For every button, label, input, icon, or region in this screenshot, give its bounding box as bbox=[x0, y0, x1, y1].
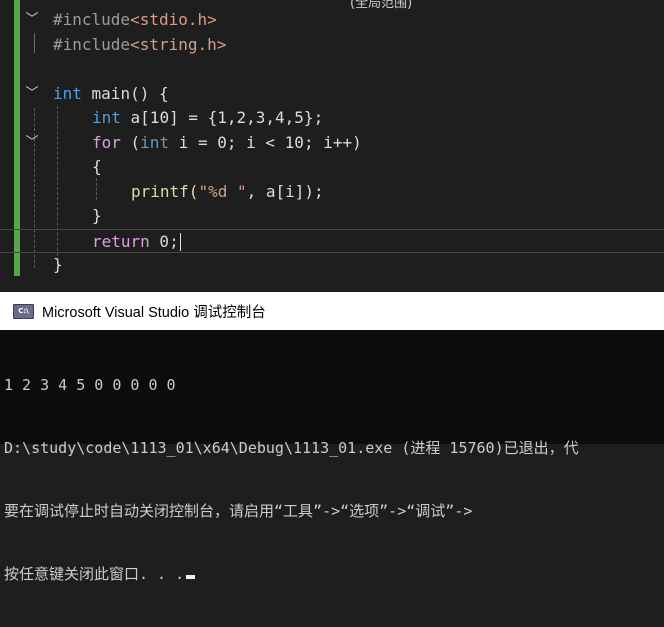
preprocessor-token: #include bbox=[53, 34, 131, 54]
console-output-line: 要在调试停止时自动关闭控制台，请启用“工具”->“选项”->“调试”-> bbox=[4, 502, 473, 520]
code-line-1[interactable]: ﹀ #include<stdio.h> bbox=[0, 8, 664, 33]
console-title: Microsoft Visual Studio 调试控制台 bbox=[42, 304, 266, 321]
code-token: ( bbox=[120, 132, 141, 152]
debug-console-window[interactable]: C:\ Microsoft Visual Studio 调试控制台 1 2 3 … bbox=[0, 292, 664, 583]
code-line-3[interactable] bbox=[0, 57, 664, 82]
code-line-7[interactable]: { bbox=[0, 155, 664, 180]
code-token: { bbox=[92, 157, 102, 176]
keyword-token: for bbox=[92, 132, 121, 152]
code-editor[interactable]: (全局范围) ﹀ #include<stdio.h> #include<stri… bbox=[0, 0, 664, 290]
chevron-down-icon[interactable]: ﹀ bbox=[24, 131, 40, 156]
header-token: <string.h> bbox=[130, 34, 227, 54]
string-token: "%d " bbox=[198, 181, 247, 201]
console-output-line: 1 2 3 4 5 0 0 0 0 0 bbox=[4, 376, 176, 394]
code-token: a[10] = {1,2,3,4,5}; bbox=[120, 108, 324, 127]
code-token: 0; bbox=[149, 231, 179, 251]
code-line-6[interactable]: ﹀ for (int i = 0; i < 10; i++) bbox=[0, 131, 664, 156]
code-token: main() { bbox=[81, 83, 169, 103]
console-output-line-prompt: 按任意键关闭此窗口. . . bbox=[4, 564, 664, 585]
chevron-down-icon[interactable]: ﹀ bbox=[24, 82, 40, 107]
preprocessor-token: #include bbox=[53, 10, 131, 29]
keyword-token: int bbox=[53, 83, 82, 103]
code-line-2[interactable]: #include<string.h> bbox=[0, 33, 664, 58]
code-line-4[interactable]: ﹀ int main() { bbox=[0, 82, 664, 107]
code-token: i = 0; i < 10; i++) bbox=[169, 132, 362, 152]
console-app-icon: C:\ bbox=[13, 303, 34, 319]
console-prompt-text: 按任意键关闭此窗口. . . bbox=[4, 565, 185, 583]
header-token: <stdio.h> bbox=[130, 10, 217, 29]
console-output-line: D:\study\code\1113_01\x64\Debug\1113_01.… bbox=[4, 439, 579, 457]
code-line-10-current[interactable]: return 0; bbox=[0, 228, 664, 253]
console-output[interactable]: 1 2 3 4 5 0 0 0 0 0 D:\study\code\1113_0… bbox=[4, 333, 664, 627]
code-token: } bbox=[92, 206, 102, 225]
code-line-11[interactable]: } bbox=[0, 253, 664, 278]
keyword-token: int bbox=[92, 108, 121, 127]
console-titlebar[interactable]: C:\ Microsoft Visual Studio 调试控制台 bbox=[0, 292, 664, 330]
keyword-token: int bbox=[140, 132, 170, 152]
code-line-5[interactable]: int a[10] = {1,2,3,4,5}; bbox=[0, 106, 664, 131]
console-cursor bbox=[186, 575, 196, 579]
text-caret bbox=[179, 233, 181, 251]
code-line-9[interactable]: } bbox=[0, 204, 664, 229]
chevron-down-icon[interactable]: ﹀ bbox=[24, 8, 40, 33]
code-token: , a[i]); bbox=[246, 181, 324, 201]
keyword-token: return bbox=[92, 231, 150, 251]
code-token: } bbox=[53, 255, 63, 274]
function-token: printf( bbox=[131, 181, 199, 201]
code-line-8[interactable]: printf("%d ", a[i]); bbox=[0, 180, 664, 205]
